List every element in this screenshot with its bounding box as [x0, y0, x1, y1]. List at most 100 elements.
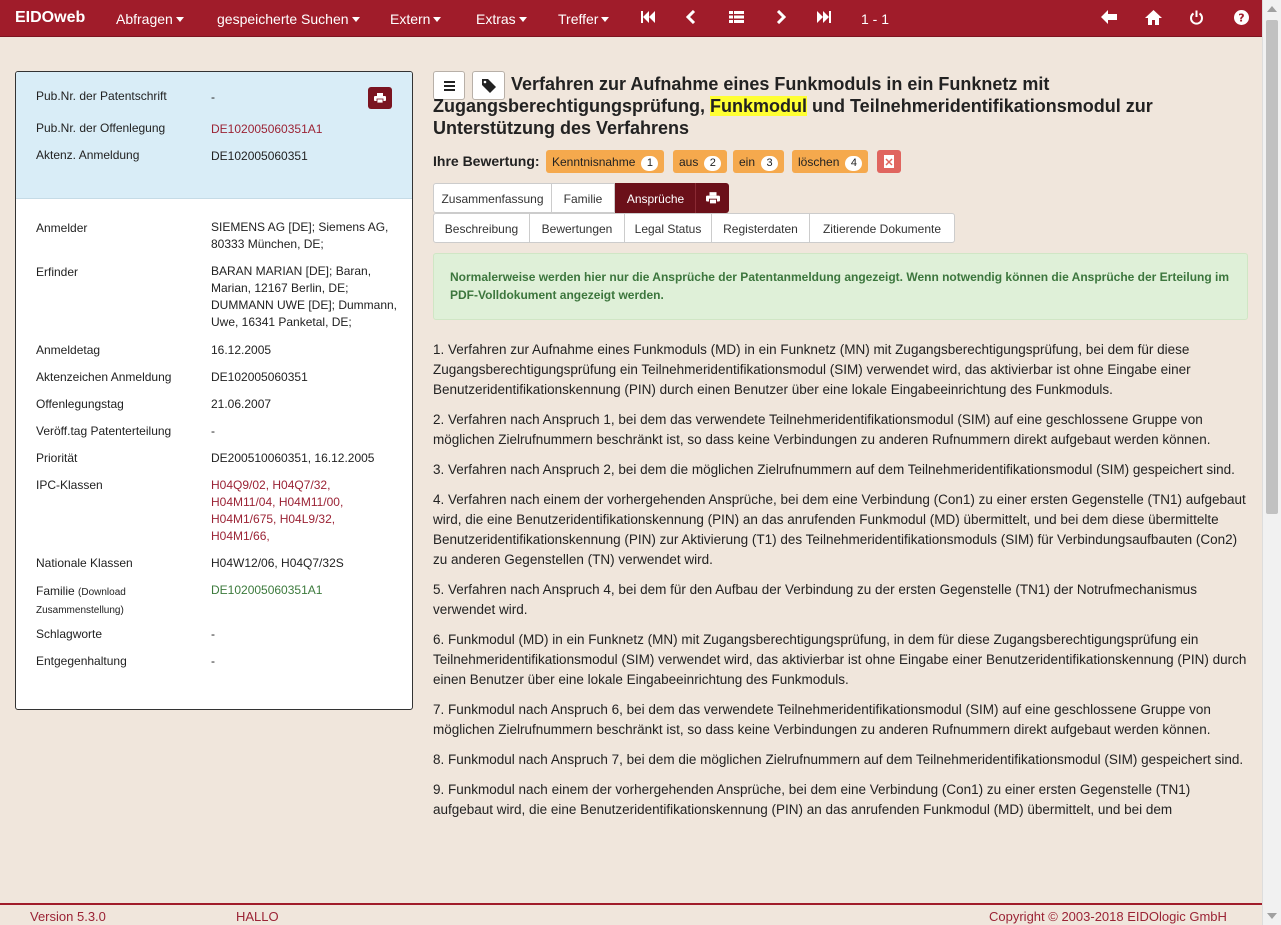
familie-label-group: Familie (Download Zusammenstellung)	[36, 583, 196, 619]
scroll-down-arrow-icon[interactable]	[1267, 913, 1277, 919]
tab-bewertungen[interactable]: Bewertungen	[529, 213, 625, 243]
printer-icon	[706, 192, 720, 204]
svg-text:?: ?	[1238, 12, 1244, 25]
anmelder-value: SIEMENS AG [DE]; Siemens AG, 80333 Münch…	[211, 220, 389, 251]
claim-item: 2. Verfahren nach Anspruch 1, bei dem da…	[433, 412, 1211, 447]
ipc-classes: H04Q9/02, H04Q7/32, H04M11/04, H04M11/00…	[211, 477, 401, 545]
tab-registerdaten[interactable]: Registerdaten	[711, 213, 810, 243]
aktenzeichen-value: DE102005060351	[211, 370, 308, 384]
menu-label: Treffer	[558, 11, 599, 27]
tab-legal-status[interactable]: Legal Status	[624, 213, 712, 243]
claim-item: 5. Verfahren nach Anspruch 4, bei dem fü…	[433, 582, 1197, 617]
pubnr-offenlegung-link[interactable]: DE102005060351A1	[211, 121, 401, 138]
menu-gespeicherte-suchen[interactable]: gespeicherte Suchen	[217, 11, 360, 27]
erteilung-label: Veröff.tag Patenterteilung	[36, 424, 172, 438]
back-arrow-icon[interactable]	[1101, 10, 1117, 24]
scroll-thumb[interactable]	[1266, 20, 1278, 514]
claim-item: 8. Funkmodul nach Anspruch 7, bei dem di…	[433, 752, 1244, 767]
rating-badge: 1	[641, 156, 659, 171]
menu-treffer[interactable]: Treffer	[558, 11, 610, 27]
claim-item: 1. Verfahren zur Aufnahme eines Funkmodu…	[433, 342, 1191, 397]
rating-kenntnisnahme-button[interactable]: Kenntnisnahme 1	[546, 150, 665, 173]
delete-rating-button[interactable]	[877, 150, 901, 173]
version-text: Version 5.3.0	[30, 909, 106, 924]
offenlegungstag-value: 21.06.2007	[211, 397, 272, 411]
tab-ansprueche[interactable]: Ansprüche	[615, 183, 696, 213]
entgegenhaltung-value: -	[211, 654, 215, 668]
menu-abfragen[interactable]: Abfragen	[116, 11, 184, 27]
tab-beschreibung[interactable]: Beschreibung	[433, 213, 530, 243]
menu-label: Abfragen	[116, 11, 173, 27]
nationale-label: Nationale Klassen	[36, 556, 133, 570]
menu-label: Extras	[476, 11, 516, 27]
schlagworte-value: -	[211, 627, 215, 641]
copyright-text: Copyright © 2003-2018 EIDOlogic GmbH	[989, 909, 1227, 924]
erfinder-label: Erfinder	[36, 265, 79, 279]
menu-label: gespeicherte Suchen	[217, 11, 349, 27]
home-icon[interactable]	[1145, 10, 1162, 25]
pubnr-offenlegung-label: Pub.Nr. der Offenlegung	[36, 121, 166, 135]
nationale-value: H04W12/06, H04Q7/32S	[211, 556, 344, 570]
publication-summary: Pub.Nr. der Patentschrift - Pub.Nr. der …	[16, 72, 412, 199]
erfinder-value: BARAN MARIAN [DE]; Baran, Marian, 12167 …	[211, 264, 398, 329]
scroll-up-arrow-icon[interactable]	[1267, 6, 1277, 12]
delete-rating-icon	[884, 155, 894, 168]
page-scrollbar[interactable]	[1262, 0, 1281, 925]
ipc-line[interactable]: H04M1/66,	[211, 528, 401, 545]
caret-down-icon	[601, 17, 610, 22]
list-icon[interactable]	[729, 10, 744, 24]
user-name: HALLO	[236, 909, 279, 924]
menu-extras[interactable]: Extras	[476, 11, 527, 27]
skip-first-icon[interactable]	[640, 10, 656, 24]
tab-familie[interactable]: Familie	[551, 183, 615, 213]
offenlegungstag-label: Offenlegungstag	[36, 397, 124, 411]
menu-extern[interactable]: Extern	[390, 11, 442, 27]
claim-item: 3. Verfahren nach Anspruch 2, bei dem di…	[433, 462, 1235, 477]
rating-button-label: ein	[739, 155, 756, 169]
prev-icon[interactable]	[686, 10, 696, 24]
rating-badge: 2	[704, 156, 722, 171]
caret-down-icon	[518, 17, 527, 22]
rating-loeschen-button[interactable]: löschen 4	[792, 150, 869, 173]
top-navbar: EIDOweb Abfragen gespeicherte Suchen Ext…	[0, 0, 1262, 37]
anmeldetag-value: 16.12.2005	[211, 343, 272, 357]
aktenz-anmeldung-value: DE102005060351	[211, 149, 308, 163]
rating-button-label: aus	[679, 155, 699, 169]
caret-down-icon	[175, 17, 184, 22]
tab-zusammenfassung[interactable]: Zusammenfassung	[433, 183, 552, 213]
schlagworte-label: Schlagworte	[36, 627, 103, 641]
tab-zitierende-dokumente[interactable]: Zitierende Dokumente	[809, 213, 955, 243]
ipc-line[interactable]: H04M1/675, H04L9/32,	[211, 511, 401, 528]
power-icon[interactable]	[1189, 10, 1204, 25]
familie-label: Familie	[36, 584, 75, 598]
patent-info-panel: Pub.Nr. der Patentschrift - Pub.Nr. der …	[15, 71, 413, 710]
rating-badge: 4	[845, 156, 863, 171]
claim-item: 4. Verfahren nach einem der vorhergehend…	[433, 492, 1246, 567]
prioritaet-value: DE200510060351, 16.12.2005	[211, 451, 375, 465]
ipc-label: IPC-Klassen	[36, 478, 103, 492]
rating-ein-button[interactable]: ein 3	[733, 150, 785, 173]
aktenz-anmeldung-label: Aktenz. Anmeldung	[36, 148, 140, 162]
brand-logo[interactable]: EIDOweb	[0, 9, 101, 27]
ipc-line[interactable]: H04Q9/02, H04Q7/32,	[211, 477, 401, 494]
aktenzeichen-label: Aktenzeichen Anmeldung	[36, 370, 172, 384]
next-icon[interactable]	[776, 10, 786, 24]
help-icon[interactable]: ?	[1234, 10, 1249, 25]
rating-aus-button[interactable]: aus 2	[673, 150, 728, 173]
skip-last-icon[interactable]	[816, 10, 832, 24]
rating-badge: 3	[761, 156, 779, 171]
erteilung-value: -	[211, 424, 215, 438]
tab-print-button[interactable]	[695, 183, 729, 213]
print-button[interactable]	[368, 87, 392, 109]
anmelder-label: Anmelder	[36, 221, 88, 235]
entgegenhaltung-label: Entgegenhaltung	[36, 654, 127, 668]
title-highlight: Funkmodul	[710, 96, 808, 116]
patent-title: Verfahren zur Aufnahme eines Funkmoduls …	[433, 73, 1213, 139]
info-alert: Normalerweise werden hier nur die Ansprü…	[433, 253, 1248, 320]
familie-value-link[interactable]: DE102005060351A1	[211, 582, 401, 599]
menu-label: Extern	[390, 11, 431, 27]
caret-down-icon	[351, 17, 360, 22]
ipc-line[interactable]: H04M11/04, H04M11/00,	[211, 494, 401, 511]
rating-label: Ihre Bewertung:	[433, 153, 540, 169]
claim-item: 9. Funkmodul nach einem der vorhergehend…	[433, 782, 1191, 817]
